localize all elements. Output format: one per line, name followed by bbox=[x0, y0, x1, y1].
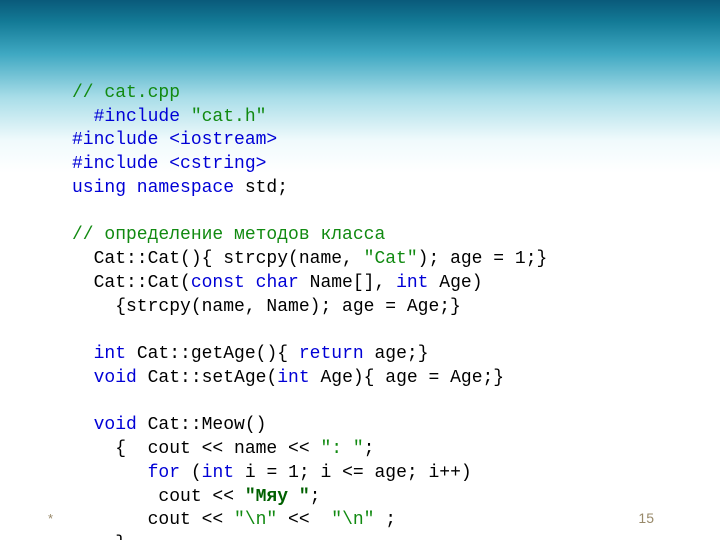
meow-cout-name-b: ; bbox=[364, 439, 375, 459]
setage-sig-b: Age){ age = Age;} bbox=[320, 368, 504, 388]
ns-std: std; bbox=[245, 178, 288, 198]
kw-using-namespace: using namespace bbox=[72, 178, 245, 198]
kw-const-char: const char bbox=[191, 273, 310, 293]
ctor-body: {strcpy(name, Name); age = Age;} bbox=[72, 297, 461, 317]
str-nl-2: "\n" bbox=[331, 510, 385, 530]
pad-11 bbox=[72, 368, 94, 388]
kw-int-2: int bbox=[94, 344, 137, 364]
hdr-iostream: <iostream> bbox=[169, 130, 277, 150]
kw-int-4: int bbox=[202, 463, 245, 483]
str-colon: ": " bbox=[320, 439, 363, 459]
code-block: // cat.cpp #include "cat.h" #include <io… bbox=[72, 58, 680, 540]
str-nl-1: "\n" bbox=[234, 510, 288, 530]
comment-filename: // cat.cpp bbox=[72, 83, 180, 103]
kw-void-1: void bbox=[94, 368, 148, 388]
kw-return: return bbox=[299, 344, 375, 364]
getage-val: age;} bbox=[374, 344, 428, 364]
kw-int-3: int bbox=[277, 368, 320, 388]
cout-nl-b: << bbox=[288, 510, 331, 530]
cout-meow-b: ; bbox=[310, 487, 321, 507]
ctor-param-open: Cat::Cat( bbox=[72, 273, 191, 293]
hdr-cstring: <cstring> bbox=[169, 154, 266, 174]
cout-nl-a: cout << bbox=[72, 510, 234, 530]
pp-include-cat-h: #include bbox=[72, 107, 191, 127]
pad-14 bbox=[72, 463, 148, 483]
str-cat: "Cat" bbox=[364, 249, 418, 269]
param-age: Age) bbox=[439, 273, 482, 293]
comment-methods: // определение методов класса bbox=[72, 225, 385, 245]
pp-include-cstring: #include bbox=[72, 154, 169, 174]
meow-close-brace: } bbox=[72, 534, 126, 540]
str-meow: "Мяу " bbox=[245, 487, 310, 507]
setage-sig-a: Cat::setAge( bbox=[148, 368, 278, 388]
meow-sig: Cat::Meow() bbox=[148, 415, 267, 435]
kw-for: for bbox=[148, 463, 191, 483]
cout-meow-a: cout << bbox=[72, 487, 245, 507]
kw-void-2: void bbox=[94, 415, 148, 435]
param-name: Name[], bbox=[310, 273, 396, 293]
for-cond: i = 1; i <= age; i++) bbox=[245, 463, 472, 483]
getage-sig: Cat::getAge(){ bbox=[137, 344, 299, 364]
pad-10 bbox=[72, 344, 94, 364]
cout-nl-c: ; bbox=[385, 510, 396, 530]
hdr-cat-h: "cat.h" bbox=[191, 107, 267, 127]
ctor-default-a: Cat::Cat(){ strcpy(name, bbox=[72, 249, 364, 269]
page-number: 15 bbox=[638, 510, 654, 526]
for-open: ( bbox=[191, 463, 202, 483]
pad-12 bbox=[72, 415, 94, 435]
slide: // cat.cpp #include "cat.h" #include <io… bbox=[0, 0, 720, 540]
ctor-default-b: ); age = 1;} bbox=[418, 249, 548, 269]
footer-asterisk: * bbox=[48, 511, 53, 526]
kw-int-1: int bbox=[396, 273, 439, 293]
pp-include-iostream: #include bbox=[72, 130, 169, 150]
meow-cout-name-a: { cout << name << bbox=[72, 439, 320, 459]
